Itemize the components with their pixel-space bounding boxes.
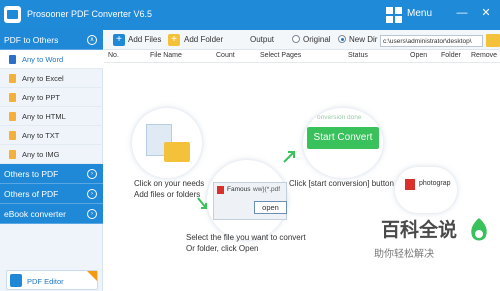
add-folder-button[interactable]: Add Folder: [184, 35, 223, 44]
app-logo-icon: [4, 6, 21, 23]
sidebar-item-label: Any to PPT: [22, 93, 60, 102]
excel-doc-icon: [9, 74, 16, 83]
folder-plus-icon: [164, 142, 190, 162]
start-convert-illustration: Start Convert: [307, 127, 379, 149]
original-radio-label[interactable]: Original: [303, 35, 331, 44]
category-others-to-pdf[interactable]: Others to PDF ›: [0, 164, 103, 184]
step1-text-line1: Click on your needs: [134, 179, 205, 188]
img-doc-icon: [9, 150, 16, 159]
column-header: File Name: [150, 52, 182, 59]
add-files-button[interactable]: Add Files: [128, 35, 161, 44]
category-others-of-pdf[interactable]: Others of PDF ›: [0, 184, 103, 204]
new-badge-icon: [87, 271, 97, 281]
sidebar-item-any-to-img[interactable]: Any to IMG: [0, 145, 103, 164]
sidebar-item-any-to-word[interactable]: Any to Word: [0, 50, 103, 69]
chevron-right-icon: ›: [87, 169, 97, 179]
arrow-down-right-icon: [197, 197, 207, 209]
ppt-doc-icon: [9, 93, 16, 102]
column-header: Folder: [441, 52, 461, 59]
sidebar-item-label: Any to Word: [22, 55, 64, 64]
column-header: Open: [410, 52, 428, 59]
open-dialog-preview: Famous ww}(*.pdf open: [213, 182, 287, 220]
dialog-filename: Famous: [227, 186, 251, 193]
step2-text-line1: Select the file you want to convert: [186, 233, 306, 242]
photo-file-label: photograp: [419, 180, 451, 187]
add-folder-icon[interactable]: +: [168, 34, 180, 46]
pdf-editor-icon: [10, 274, 22, 287]
new-dir-radio-label[interactable]: New Dir: [349, 35, 377, 44]
sidebar-item-label: Any to TXT: [22, 131, 60, 140]
pdf-editor-button[interactable]: PDF Editor: [6, 270, 98, 290]
step1-text-line2: Add files or folders: [134, 190, 201, 199]
sidebar: PDF to Others ∧ Any to Word Any to Excel…: [0, 30, 103, 291]
sidebar-item-label: Any to HTML: [22, 112, 66, 121]
app-title: Prosooner PDF Converter V6.5: [27, 9, 153, 19]
column-header: Remove: [471, 52, 498, 59]
sidebar-item-label: Any to Excel: [22, 74, 64, 83]
file-table-header: No. File Name Count Select Pages Status …: [104, 50, 500, 63]
dialog-open-button: open: [254, 201, 287, 214]
sidebar-item-any-to-txt[interactable]: Any to TXT: [0, 126, 103, 145]
output-label: Output: [250, 35, 275, 44]
original-radio[interactable]: [292, 35, 300, 43]
step4-circle: photograp: [395, 167, 457, 213]
output-path-input[interactable]: [380, 35, 483, 47]
new-dir-radio[interactable]: [338, 35, 346, 43]
word-doc-icon: [9, 55, 16, 64]
chevron-right-icon: ›: [87, 189, 97, 199]
close-button[interactable]: ✕: [476, 3, 496, 23]
step2-circle: Famous ww}(*.pdf open: [207, 160, 287, 240]
menu-grid-icon[interactable]: [386, 7, 402, 23]
column-header: No.: [108, 52, 119, 59]
column-header: Count: [216, 52, 235, 59]
watermark-subtitle: 助你轻松解决: [374, 249, 434, 260]
watermark-title: 百科全说: [381, 219, 458, 241]
minimize-button[interactable]: —: [452, 3, 472, 23]
watermark-logo-icon: [471, 218, 487, 241]
menu-button[interactable]: Menu: [407, 8, 432, 19]
category-pdf-to-others[interactable]: PDF to Others ∧: [0, 30, 103, 50]
category-label: Others of PDF: [4, 189, 59, 199]
chevron-right-icon: ›: [87, 209, 97, 219]
step2-text-line2: Or folder, click Open: [186, 244, 259, 253]
category-label: Others to PDF: [4, 169, 59, 179]
step1-circle: [132, 108, 202, 178]
title-bar: Prosooner PDF Converter V6.5 Menu — ✕: [0, 0, 500, 30]
pdf-file-icon: [217, 186, 224, 194]
chevron-up-icon: ∧: [87, 35, 97, 45]
category-label: PDF to Others: [4, 35, 59, 45]
column-header: Select Pages: [260, 52, 302, 59]
add-files-icon[interactable]: +: [113, 34, 125, 46]
sidebar-item-any-to-ppt[interactable]: Any to PPT: [0, 88, 103, 107]
sidebar-item-label: Any to IMG: [22, 150, 60, 159]
dialog-filetype: ww}(*.pdf: [253, 186, 281, 193]
pdf-editor-label: PDF Editor: [27, 277, 64, 286]
column-header: Status: [348, 52, 368, 59]
conversion-done-hint: onversion done: [317, 114, 362, 121]
sidebar-item-any-to-excel[interactable]: Any to Excel: [0, 69, 103, 88]
html-doc-icon: [9, 112, 16, 121]
txt-doc-icon: [9, 131, 16, 140]
arrow-up-right-icon: [283, 151, 295, 163]
sidebar-item-any-to-html[interactable]: Any to HTML: [0, 107, 103, 126]
pdf-file-icon: [405, 179, 415, 190]
category-ebook-converter[interactable]: eBook converter ›: [0, 204, 103, 224]
category-label: eBook converter: [4, 209, 66, 219]
step3-text: Click [start conversion] button: [289, 179, 394, 188]
browse-folder-icon[interactable]: [486, 34, 500, 47]
